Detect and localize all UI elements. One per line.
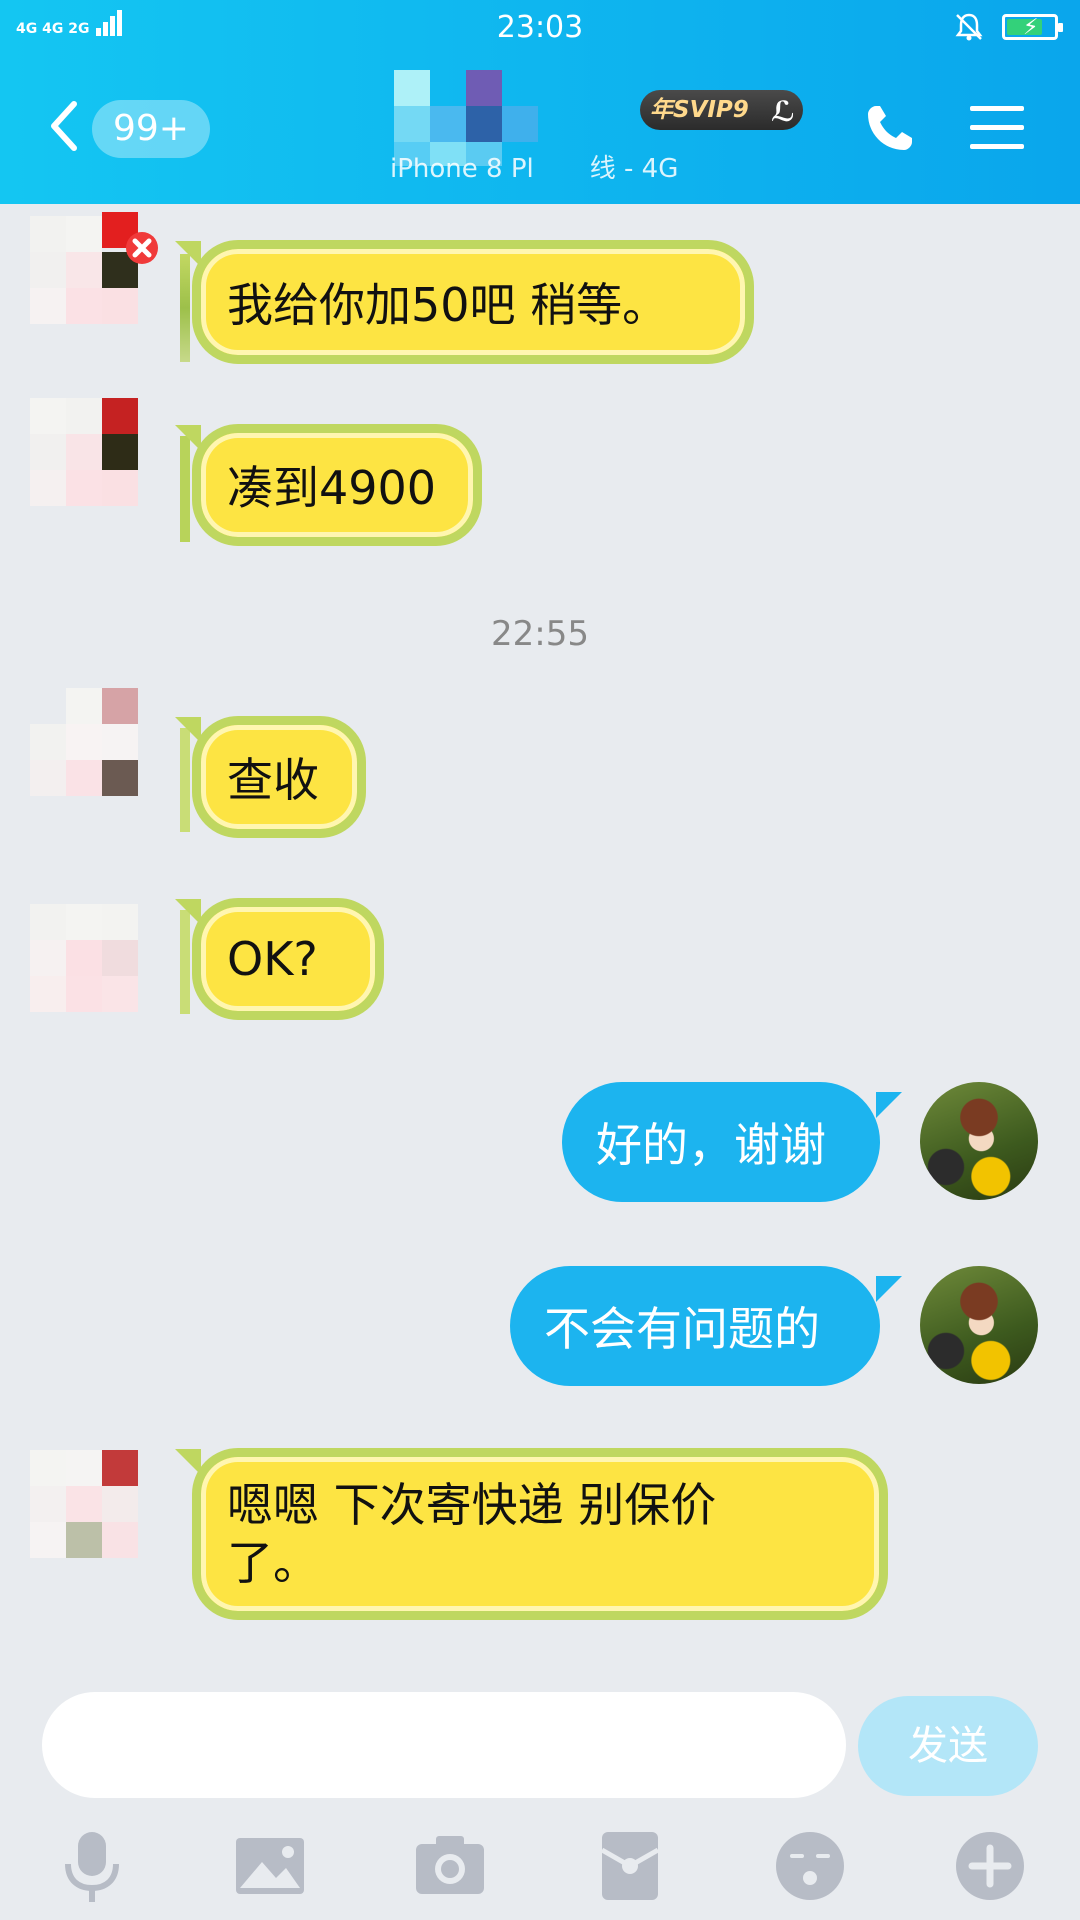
contact-avatar[interactable]: [30, 1450, 138, 1558]
message-bubble[interactable]: 查收: [192, 716, 366, 838]
self-avatar[interactable]: [920, 1082, 1038, 1200]
message-text: 我给你加50吧 稍等。: [227, 278, 669, 332]
status-time: 23:03: [496, 10, 584, 45]
contact-avatar[interactable]: [30, 398, 138, 506]
svip-badge[interactable]: 年SVIP9 ℒ: [640, 90, 803, 130]
menu-icon[interactable]: [970, 106, 1024, 152]
input-area: 发送: [0, 1666, 1080, 1920]
close-icon[interactable]: [122, 228, 162, 268]
bell-muted-icon: [955, 13, 983, 41]
message-bubble[interactable]: 凑到4900: [192, 424, 482, 546]
message-bubble[interactable]: OK?: [192, 898, 384, 1020]
vip-level-icon: ℒ: [770, 95, 795, 128]
message-text: 不会有问题的: [544, 1302, 820, 1356]
svip-label: 年SVIP9: [650, 97, 749, 123]
network-text: 线 - 4G: [589, 154, 679, 184]
message-bubble[interactable]: 我给你加50吧 稍等。: [192, 240, 754, 364]
plus-icon[interactable]: [950, 1826, 1030, 1906]
image-icon[interactable]: [230, 1826, 310, 1906]
message-text: 查收: [227, 753, 319, 807]
time-separator: 22:55: [491, 614, 589, 654]
message-text: 好的，谢谢: [596, 1118, 826, 1172]
red-packet-icon[interactable]: [590, 1826, 670, 1906]
unread-badge[interactable]: 99+: [92, 100, 210, 158]
message-bubble[interactable]: 嗯嗯 下次寄快递 别保价了。: [192, 1448, 888, 1620]
back-chevron-icon[interactable]: [44, 96, 84, 156]
battery-icon: ⚡: [1002, 14, 1063, 40]
message-text: OK?: [227, 932, 318, 986]
camera-icon[interactable]: [410, 1826, 490, 1906]
message-bubble-self[interactable]: 不会有问题的: [510, 1266, 880, 1386]
message-input[interactable]: [42, 1692, 846, 1798]
self-avatar[interactable]: [920, 1266, 1038, 1384]
message-text: 凑到4900: [227, 461, 437, 515]
status-bar: 4G 4G 2G 23:03 ⚡: [0, 0, 1080, 56]
phone-call-icon[interactable]: [862, 100, 918, 156]
message-text: 嗯嗯 下次寄快递 别保价了。: [227, 1478, 717, 1590]
chat-header: 4G 4G 2G 23:03 ⚡ 99+ 年SVIP9 ℒ iPhone 8 P…: [0, 0, 1080, 204]
emoji-icon[interactable]: [770, 1826, 850, 1906]
message-bubble-self[interactable]: 好的，谢谢: [562, 1082, 880, 1202]
device-text: iPhone 8 Pl: [390, 154, 534, 184]
contact-avatar[interactable]: [30, 688, 138, 796]
send-button[interactable]: 发送: [858, 1696, 1038, 1796]
microphone-icon[interactable]: [52, 1826, 132, 1906]
contact-avatar[interactable]: [30, 904, 138, 1012]
online-status: iPhone 8 Pl 线 - 4G: [390, 148, 678, 185]
